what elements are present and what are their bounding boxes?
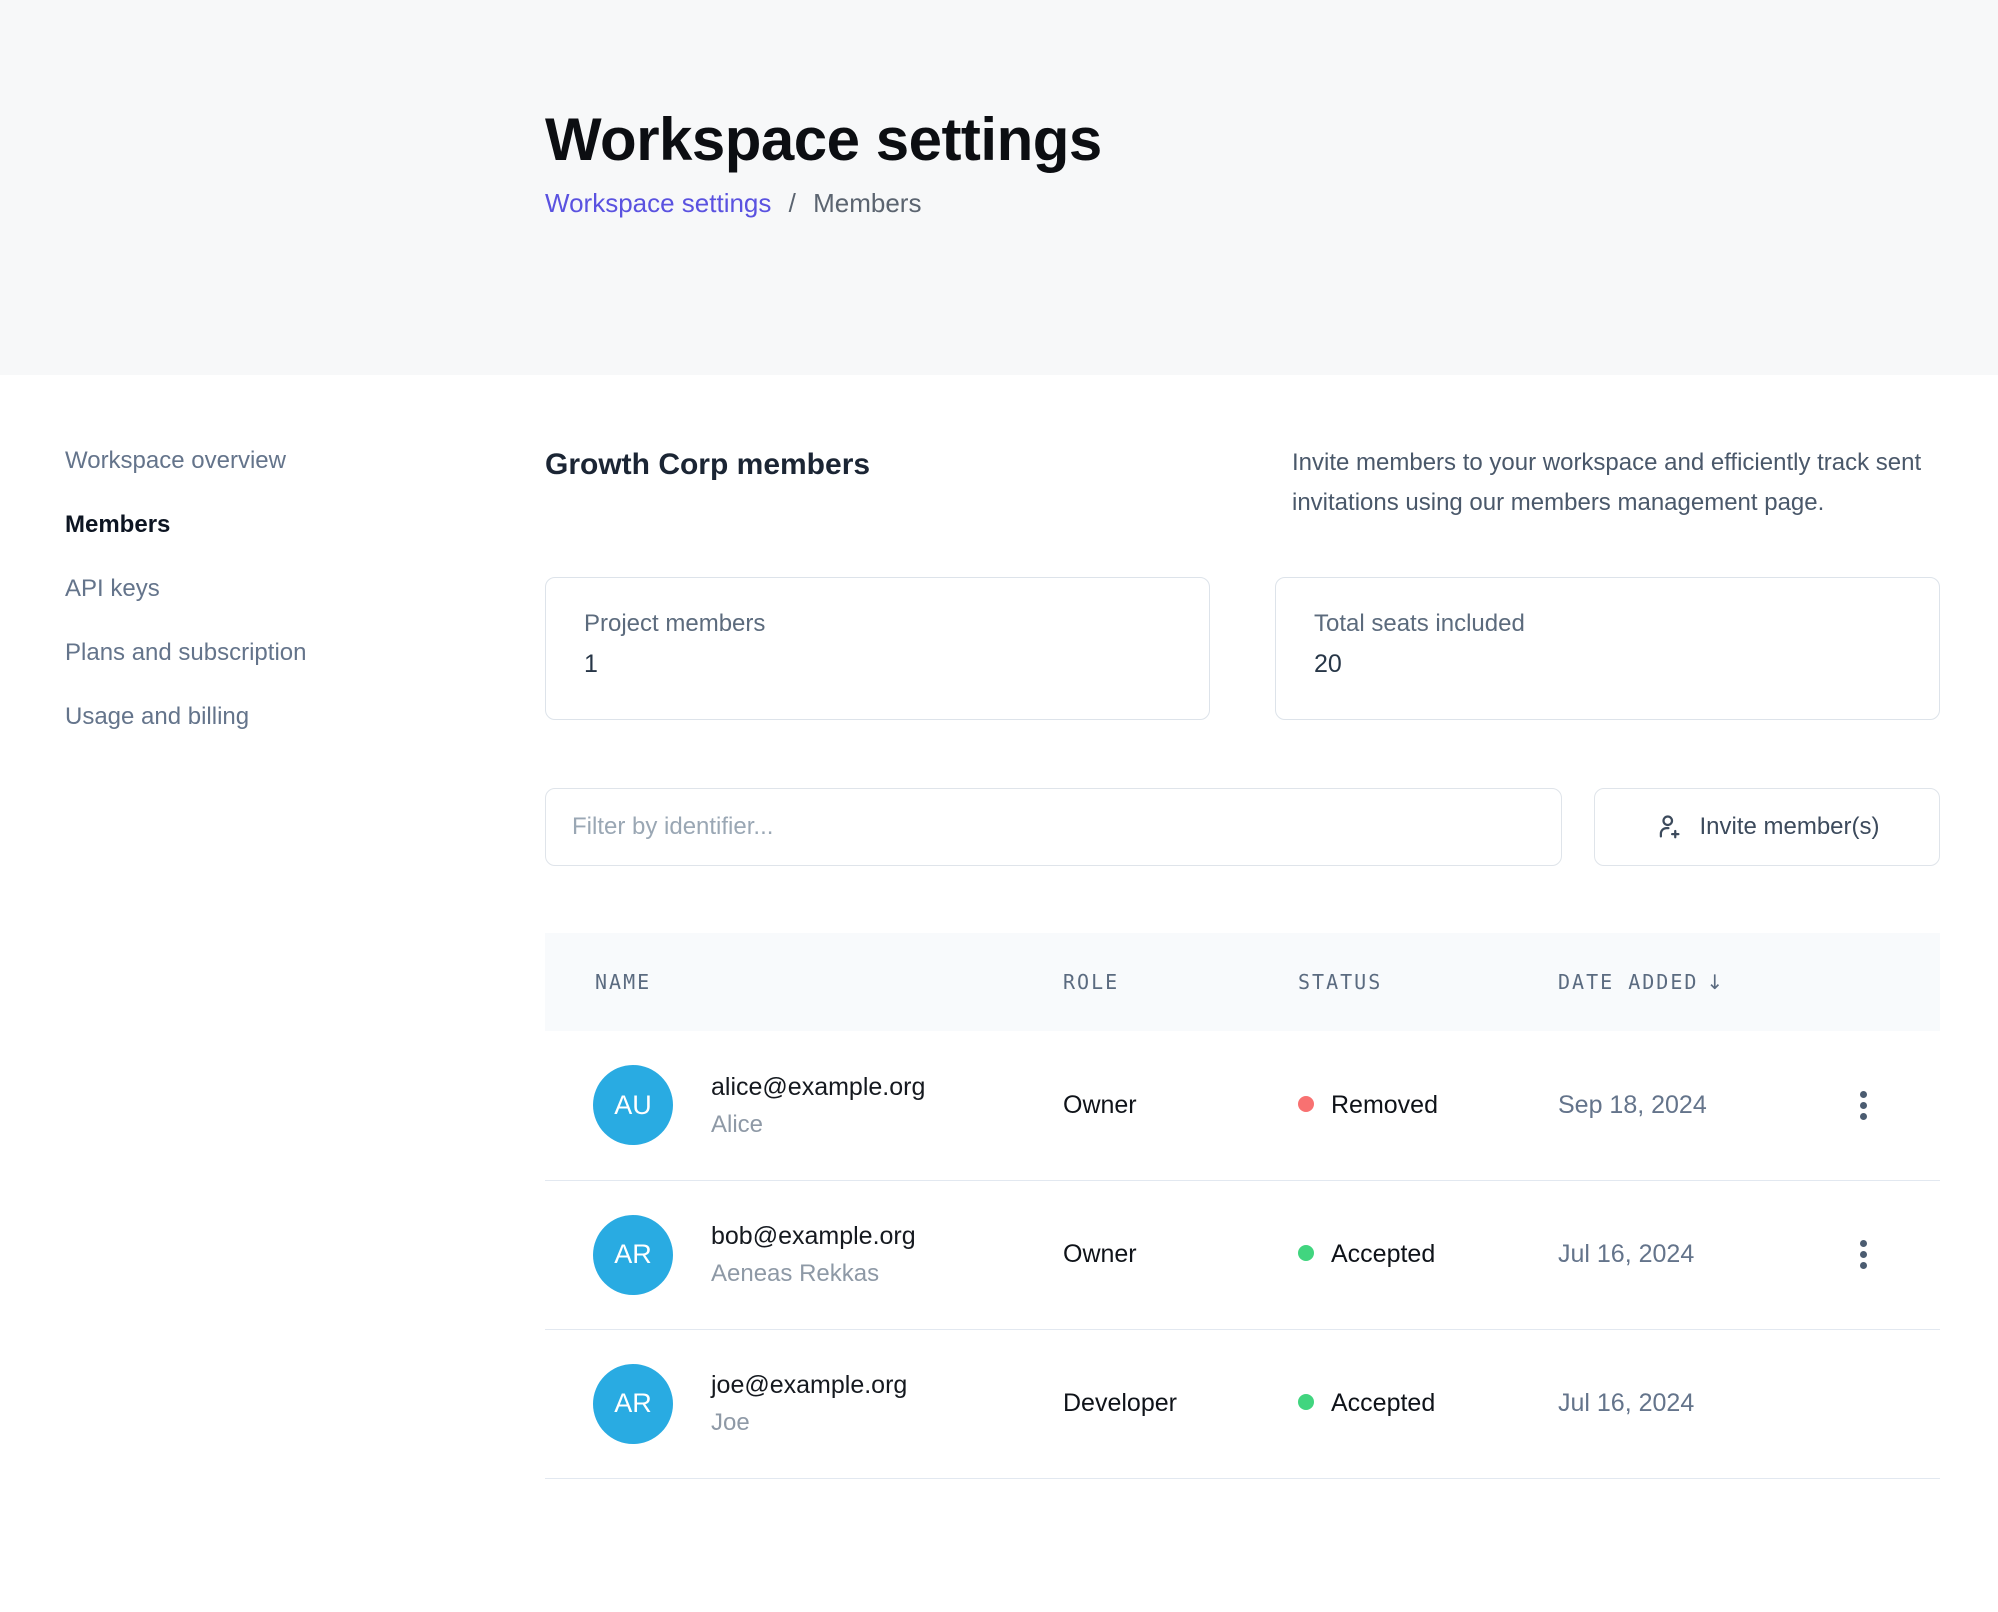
- member-role: Developer: [1063, 1329, 1298, 1478]
- invite-members-button[interactable]: Invite member(s): [1594, 788, 1940, 866]
- breadcrumb-link-workspace-settings[interactable]: Workspace settings: [545, 188, 771, 218]
- avatar: AR: [593, 1215, 673, 1295]
- stat-value: 20: [1314, 649, 1901, 679]
- page-title: Workspace settings: [545, 106, 1998, 174]
- member-status: Accepted: [1298, 1180, 1558, 1329]
- table-row: AU alice@example.org Alice Owner Removed…: [545, 1031, 1940, 1180]
- row-menu-button[interactable]: [1850, 1081, 1877, 1130]
- member-identity: AR joe@example.org Joe: [545, 1364, 1063, 1444]
- status-label: Removed: [1331, 1091, 1438, 1119]
- invite-members-label: Invite member(s): [1699, 813, 1879, 841]
- kebab-icon: [1860, 1091, 1867, 1098]
- intro-row: Growth Corp members Invite members to yo…: [545, 447, 1940, 523]
- column-header-status: STATUS: [1298, 933, 1558, 1031]
- stat-card-total-seats: Total seats included 20: [1275, 577, 1940, 720]
- table-row: AR joe@example.org Joe Developer Accepte…: [545, 1329, 1940, 1478]
- status-dot: [1298, 1245, 1314, 1261]
- member-role: Owner: [1063, 1031, 1298, 1180]
- member-status: Removed: [1298, 1031, 1558, 1180]
- sidebar-item-api-keys[interactable]: API keys: [65, 575, 505, 603]
- column-header-role: ROLE: [1063, 933, 1298, 1031]
- members-panel: Growth Corp members Invite members to yo…: [545, 375, 1940, 1479]
- sidebar-item-plans-and-subscription[interactable]: Plans and subscription: [65, 639, 505, 667]
- table-header: NAME ROLE STATUS DATE ADDED ↓: [545, 933, 1940, 1031]
- members-heading: Growth Corp members: [545, 447, 870, 483]
- avatar: AU: [593, 1065, 673, 1145]
- member-identity: AU alice@example.org Alice: [545, 1065, 1063, 1145]
- avatar: AR: [593, 1364, 673, 1444]
- member-name: Joe: [711, 1409, 907, 1437]
- sort-descending-icon: ↓: [1706, 970, 1725, 994]
- table-row: AR bob@example.org Aeneas Rekkas Owner A…: [545, 1180, 1940, 1329]
- stat-label: Total seats included: [1314, 610, 1901, 638]
- sidebar-item-members[interactable]: Members: [65, 511, 505, 539]
- sidebar-item-usage-and-billing[interactable]: Usage and billing: [65, 703, 505, 731]
- member-email: joe@example.org: [711, 1370, 907, 1400]
- member-email: alice@example.org: [711, 1072, 925, 1102]
- content-area: Workspace overview Members API keys Plan…: [0, 375, 1998, 1479]
- kebab-icon: [1860, 1240, 1867, 1247]
- member-date-added: Sep 18, 2024: [1558, 1031, 1850, 1180]
- member-date-added: Jul 16, 2024: [1558, 1180, 1850, 1329]
- member-status: Accepted: [1298, 1329, 1558, 1478]
- member-role: Owner: [1063, 1180, 1298, 1329]
- settings-nav: Workspace overview Members API keys Plan…: [0, 375, 545, 1479]
- stat-value: 1: [584, 649, 1171, 679]
- member-date-added: Jul 16, 2024: [1558, 1329, 1850, 1478]
- column-header-name: NAME: [545, 933, 1063, 1031]
- toolbar-row: Invite member(s): [545, 788, 1940, 866]
- filter-input[interactable]: [545, 788, 1562, 866]
- breadcrumb-separator: /: [789, 188, 796, 218]
- stat-card-project-members: Project members 1: [545, 577, 1210, 720]
- status-dot: [1298, 1394, 1314, 1410]
- column-header-date-added-label: DATE ADDED: [1558, 970, 1698, 994]
- page-header: Workspace settings Workspace settings / …: [0, 0, 1998, 375]
- column-header-actions: [1850, 933, 1940, 1031]
- column-header-date-added[interactable]: DATE ADDED ↓: [1558, 933, 1850, 1031]
- stats-row: Project members 1 Total seats included 2…: [545, 577, 1940, 720]
- breadcrumb: Workspace settings / Members: [545, 188, 1998, 219]
- members-description: Invite members to your workspace and eff…: [1292, 443, 1940, 523]
- row-menu-button[interactable]: [1850, 1230, 1877, 1279]
- member-email: bob@example.org: [711, 1221, 916, 1251]
- members-table: NAME ROLE STATUS DATE ADDED ↓ AU alice@ex…: [545, 933, 1940, 1479]
- user-plus-icon: [1654, 812, 1684, 842]
- status-label: Accepted: [1331, 1240, 1435, 1268]
- stat-label: Project members: [584, 610, 1171, 638]
- status-label: Accepted: [1331, 1389, 1435, 1417]
- status-dot: [1298, 1096, 1314, 1112]
- breadcrumb-current: Members: [813, 188, 921, 218]
- member-name: Aeneas Rekkas: [711, 1260, 916, 1288]
- sidebar-item-workspace-overview[interactable]: Workspace overview: [65, 447, 505, 475]
- member-identity: AR bob@example.org Aeneas Rekkas: [545, 1215, 1063, 1295]
- member-name: Alice: [711, 1111, 925, 1139]
